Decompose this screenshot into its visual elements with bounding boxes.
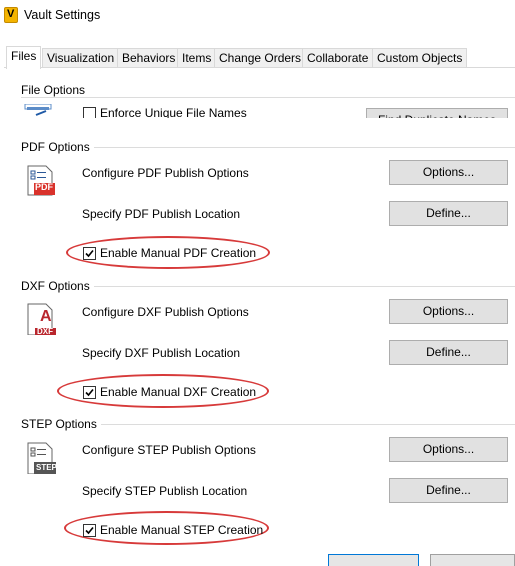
dxf-manual-row[interactable]: Enable Manual DXF Creation xyxy=(83,385,256,399)
step-options-title: STEP Options xyxy=(21,417,101,431)
find-duplicate-names-button[interactable]: Find Duplicate Names xyxy=(366,108,508,118)
checkmark-icon xyxy=(85,388,94,396)
step-options-button[interactable]: Options... xyxy=(389,437,508,462)
step-define-button[interactable]: Define... xyxy=(389,478,508,503)
pdf-options-button[interactable]: Options... xyxy=(389,160,508,185)
tab-collaborate[interactable]: Collaborate xyxy=(302,48,374,68)
vault-app-icon: V xyxy=(4,7,18,23)
dxf-options-rule xyxy=(21,286,515,287)
dxf-location-label: Specify DXF Publish Location xyxy=(82,346,241,360)
dxf-define-button[interactable]: Define... xyxy=(389,340,508,365)
tab-files[interactable]: Files xyxy=(6,46,42,69)
tab-divider xyxy=(4,67,515,68)
enforce-unique-checkbox[interactable] xyxy=(83,106,96,118)
ok-button-partial[interactable] xyxy=(328,554,419,566)
pdf-define-button[interactable]: Define... xyxy=(389,201,508,226)
file-options-rule xyxy=(21,97,515,98)
pdf-manual-row[interactable]: Enable Manual PDF Creation xyxy=(83,246,256,260)
step-manual-checkbox[interactable] xyxy=(83,523,96,537)
step-icon-text: STEP xyxy=(36,463,57,472)
step-location-label: Specify STEP Publish Location xyxy=(82,484,248,498)
file-options-clip: Enforce Unique File Names Find Duplicate… xyxy=(0,104,515,118)
pdf-manual-label: Enable Manual PDF Creation xyxy=(100,246,257,260)
title-bar: V Vault Settings xyxy=(0,0,515,31)
dxf-configure-label: Configure DXF Publish Options xyxy=(82,305,249,319)
dxf-manual-checkbox[interactable] xyxy=(83,385,96,399)
file-options-icon xyxy=(24,104,52,116)
tab-items[interactable]: Items xyxy=(177,48,217,68)
pdf-location-label: Specify PDF Publish Location xyxy=(82,207,241,221)
file-options-title: File Options xyxy=(21,83,90,97)
cancel-button-partial[interactable] xyxy=(430,554,515,566)
tab-strip: Files Visualization Behaviors Items Chan… xyxy=(4,46,515,69)
pdf-options-title: PDF Options xyxy=(21,140,94,154)
tab-behaviors[interactable]: Behaviors xyxy=(117,48,181,68)
dxf-manual-label: Enable Manual DXF Creation xyxy=(100,385,257,399)
pdf-options-rule xyxy=(21,147,515,148)
dxf-icon-letter: A xyxy=(40,308,52,325)
tab-visualization[interactable]: Visualization xyxy=(42,48,120,68)
dxf-options-button[interactable]: Options... xyxy=(389,299,508,324)
pdf-configure-label: Configure PDF Publish Options xyxy=(82,166,249,180)
checkmark-icon xyxy=(85,249,94,257)
pdf-icon-text: PDF xyxy=(35,182,53,192)
step-manual-label: Enable Manual STEP Creation xyxy=(100,523,264,537)
step-manual-row[interactable]: Enable Manual STEP Creation xyxy=(83,523,263,537)
tab-change-orders[interactable]: Change Orders xyxy=(214,48,307,68)
enforce-unique-label: Enforce Unique File Names xyxy=(100,106,247,118)
tab-custom-objects[interactable]: Custom Objects xyxy=(372,48,468,68)
enforce-unique-row[interactable]: Enforce Unique File Names xyxy=(83,106,247,118)
window-title: Vault Settings xyxy=(24,8,101,22)
dxf-icon-text: DXF xyxy=(37,327,53,336)
pdf-manual-checkbox[interactable] xyxy=(83,246,96,260)
checkmark-icon xyxy=(85,526,94,534)
pdf-file-icon xyxy=(27,165,55,196)
step-configure-label: Configure STEP Publish Options xyxy=(82,443,256,457)
dxf-options-title: DXF Options xyxy=(21,279,94,293)
